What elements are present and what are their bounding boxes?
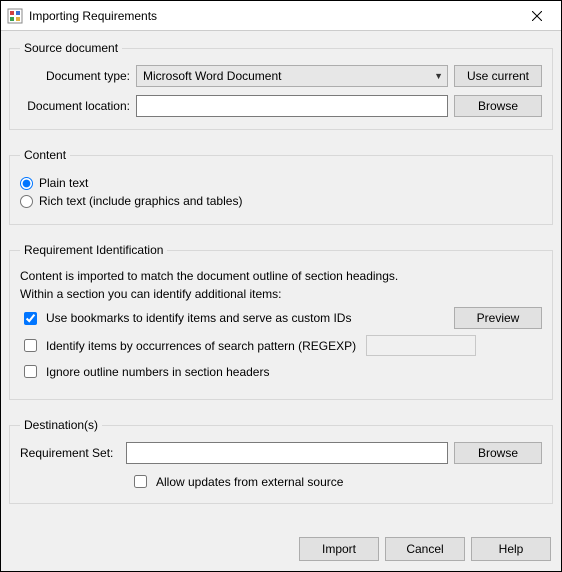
allow-updates-checkbox[interactable] [134,475,147,488]
close-button[interactable] [515,2,559,30]
destination-legend: Destination(s) [20,418,102,432]
use-bookmarks-checkbox[interactable] [24,312,37,325]
rich-text-label: Rich text (include graphics and tables) [39,194,242,208]
use-current-button[interactable]: Use current [454,65,542,87]
chevron-down-icon: ▼ [434,71,443,81]
help-button[interactable]: Help [471,537,551,561]
doc-type-label: Document type: [20,69,130,83]
doc-location-label: Document location: [20,99,130,113]
reqset-input[interactable] [126,442,448,464]
destination-group: Destination(s) Requirement Set: Browse A… [9,418,553,504]
doc-location-input[interactable] [136,95,448,117]
plain-text-label: Plain text [39,176,88,190]
ignore-outline-label: Ignore outline numbers in section header… [46,365,269,379]
spacer [9,518,553,531]
identify-regexp-label: Identify items by occurrences of search … [46,339,356,353]
ignore-outline-checkbox[interactable] [24,365,37,378]
content-group: Content Plain text Rich text (include gr… [9,148,553,225]
rich-text-radio[interactable] [20,195,33,208]
doc-location-browse-button[interactable]: Browse [454,95,542,117]
doc-type-value: Microsoft Word Document [143,69,282,83]
rich-text-radio-row[interactable]: Rich text (include graphics and tables) [20,194,542,208]
preview-button[interactable]: Preview [454,307,542,329]
source-document-group: Source document Document type: Microsoft… [9,41,553,130]
app-icon [7,8,23,24]
reqid-desc-1: Content is imported to match the documen… [20,269,542,283]
use-bookmarks-label: Use bookmarks to identify items and serv… [46,311,351,325]
requirement-id-group: Requirement Identification Content is im… [9,243,553,400]
source-document-legend: Source document [20,41,122,55]
window-title: Importing Requirements [29,9,515,23]
reqset-label: Requirement Set: [20,446,120,460]
import-button[interactable]: Import [299,537,379,561]
regexp-input[interactable] [366,335,476,356]
cancel-button[interactable]: Cancel [385,537,465,561]
client-area: Source document Document type: Microsoft… [1,31,561,571]
content-legend: Content [20,148,70,162]
dialog-buttons: Import Cancel Help [9,531,553,563]
plain-text-radio-row[interactable]: Plain text [20,176,542,190]
allow-updates-label: Allow updates from external source [156,475,343,489]
reqid-desc-2: Within a section you can identify additi… [20,287,542,301]
close-icon [532,11,542,21]
reqset-browse-button[interactable]: Browse [454,442,542,464]
doc-type-dropdown[interactable]: Microsoft Word Document ▼ [136,65,448,87]
titlebar: Importing Requirements [1,1,561,31]
identify-regexp-checkbox[interactable] [24,339,37,352]
requirement-id-legend: Requirement Identification [20,243,167,257]
plain-text-radio[interactable] [20,177,33,190]
